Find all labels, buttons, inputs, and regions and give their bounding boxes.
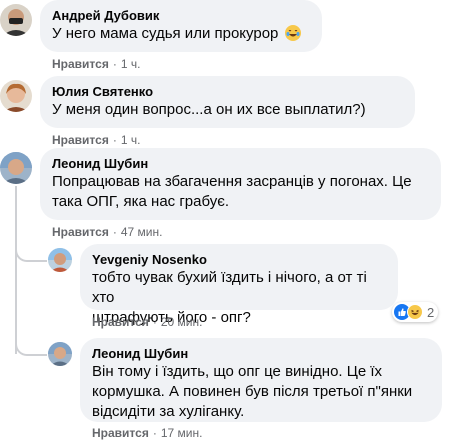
comment-text: У него мама судья или прокурор xyxy=(52,24,310,44)
separator: · xyxy=(152,315,157,329)
comment-text-line: Попрацював на збагачення засранців у пог… xyxy=(52,173,412,190)
avatar[interactable] xyxy=(0,80,32,112)
comment-bubble: Леонид Шубин Попрацював на збагачення за… xyxy=(40,148,441,220)
thread-connector xyxy=(15,326,47,356)
separator: · xyxy=(112,133,117,147)
comment-author[interactable]: Yevgeniy Nosenko xyxy=(92,251,386,268)
reactions-summary[interactable]: 2 xyxy=(392,302,439,322)
comment-time[interactable]: 20 мин. xyxy=(161,315,203,329)
user-photo-icon xyxy=(48,248,72,272)
separator: · xyxy=(112,225,117,239)
thread-connector xyxy=(15,232,47,262)
avatar[interactable] xyxy=(0,4,32,36)
separator: · xyxy=(152,426,157,440)
user-photo-icon xyxy=(0,152,32,184)
comment-time[interactable]: 1 ч. xyxy=(121,133,141,147)
comment-actions: Нравится · 17 мин. xyxy=(92,425,202,441)
laughing-tears-emoji-icon xyxy=(284,25,301,41)
avatar[interactable] xyxy=(48,248,72,272)
user-photo-icon xyxy=(48,342,72,366)
comment-time[interactable]: 1 ч. xyxy=(121,57,141,71)
comment-bubble: Леонид Шубин Він тому і їздить, що опг ц… xyxy=(80,338,442,422)
like-button[interactable]: Нравится xyxy=(92,426,149,440)
like-button[interactable]: Нравится xyxy=(52,57,109,71)
comment-author[interactable]: Леонид Шубин xyxy=(92,345,430,362)
reactions-count: 2 xyxy=(427,304,435,320)
comment-actions: Нравится · 20 мин. xyxy=(92,314,202,330)
user-photo-icon xyxy=(3,83,29,112)
like-button[interactable]: Нравится xyxy=(92,315,149,329)
comment-bubble: Андрей Дубовик У него мама судья или про… xyxy=(40,0,322,52)
comment-time[interactable]: 47 мин. xyxy=(121,225,163,239)
comment-text: У меня один вопрос...а он их все выплати… xyxy=(52,101,366,118)
comment-bubble: Юлия Святенко У меня один вопрос...а он … xyxy=(40,76,415,128)
comment-actions: Нравится · 1 ч. xyxy=(52,56,140,72)
comment-author[interactable]: Леонид Шубин xyxy=(52,155,429,172)
comment-author[interactable]: Юлия Святенко xyxy=(52,83,403,100)
comment-text-content: У него мама судья или прокурор xyxy=(52,25,279,42)
comment-actions: Нравится · 47 мин. xyxy=(52,224,162,240)
comment-author[interactable]: Андрей Дубовик xyxy=(52,7,310,24)
user-photo-icon xyxy=(2,9,30,36)
comment-actions: Нравится · 1 ч. xyxy=(52,132,140,148)
comment-bubble: Yevgeniy Nosenko тобто чувак бухий їздит… xyxy=(80,244,398,326)
avatar[interactable] xyxy=(0,152,32,184)
comment-text-line: відсидіти за хуліганку. xyxy=(92,403,245,420)
like-button[interactable]: Нравится xyxy=(52,225,109,239)
comment-text-line: така ОПГ, яка нас грабує. xyxy=(52,193,230,210)
avatar[interactable] xyxy=(48,342,72,366)
haha-reaction-icon xyxy=(407,304,423,320)
comment-text-line: Він тому і їздить, що опг це винідно. Це… xyxy=(92,363,383,380)
separator: · xyxy=(112,57,117,71)
comment-text-line: кормушка. А повинен був після третьої п"… xyxy=(92,383,413,400)
like-button[interactable]: Нравится xyxy=(52,133,109,147)
comment-text-line: тобто чувак бухий їздить і нічого, а от … xyxy=(92,269,367,306)
comment-time[interactable]: 17 мин. xyxy=(161,426,203,440)
